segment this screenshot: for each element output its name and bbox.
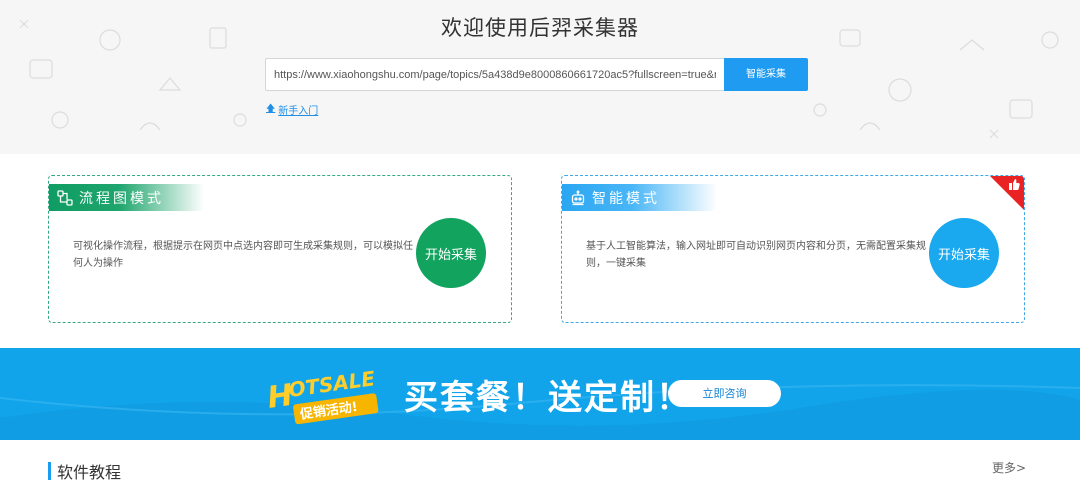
robot-icon [570, 190, 586, 206]
card-title-tag: 流程图模式 [49, 184, 204, 211]
card-title: 流程图模式 [79, 190, 164, 207]
section-accent-bar [48, 462, 51, 480]
start-collect-button[interactable]: 开始采集 [929, 218, 999, 288]
beginner-guide-link[interactable]: 🡅 新手入门 [266, 101, 318, 117]
start-collect-button[interactable]: 开始采集 [416, 218, 486, 288]
beginner-guide-label: 新手入门 [278, 105, 319, 117]
promo-banner[interactable]: H OTSALE 促销活动! 买套餐！送定制！ 立即咨询 [0, 348, 1080, 440]
header-section: 欢迎使用后羿采集器 智能采集 🡅 新手入门 [0, 0, 1080, 154]
url-input[interactable] [265, 58, 725, 91]
flowchart-mode-card: 流程图模式 可视化操作流程，根据提示在网页中点选内容即可生成采集规则，可以模拟任… [48, 175, 512, 323]
card-title-tag: 智能模式 [562, 184, 717, 211]
smart-mode-card: 智能模式 基于人工智能算法，输入网址即可自动识别网页内容和分页，无需配置采集规则… [561, 175, 1025, 323]
thumbs-up-corner-badge [990, 176, 1024, 210]
card-description: 可视化操作流程，根据提示在网页中点选内容即可生成采集规则，可以模拟任何人为操作 [73, 241, 413, 269]
hotsale-logo: H OTSALE 促销活动! [266, 366, 379, 425]
arrow-up-icon: 🡅 [266, 104, 276, 114]
card-title: 智能模式 [592, 190, 660, 207]
flowchart-icon [57, 189, 73, 206]
more-tutorials-link[interactable]: 更多> [992, 459, 1026, 476]
tutorials-heading: 软件教程 [57, 463, 122, 482]
card-description: 基于人工智能算法，输入网址即可自动识别网页内容和分页，无需配置采集规则，一键采集 [586, 241, 926, 269]
consult-now-button[interactable]: 立即咨询 [668, 380, 781, 407]
promo-headline: 买套餐！送定制！ [404, 378, 692, 418]
page-title: 欢迎使用后羿采集器 [441, 16, 639, 40]
smart-collect-button[interactable]: 智能采集 [724, 58, 808, 91]
